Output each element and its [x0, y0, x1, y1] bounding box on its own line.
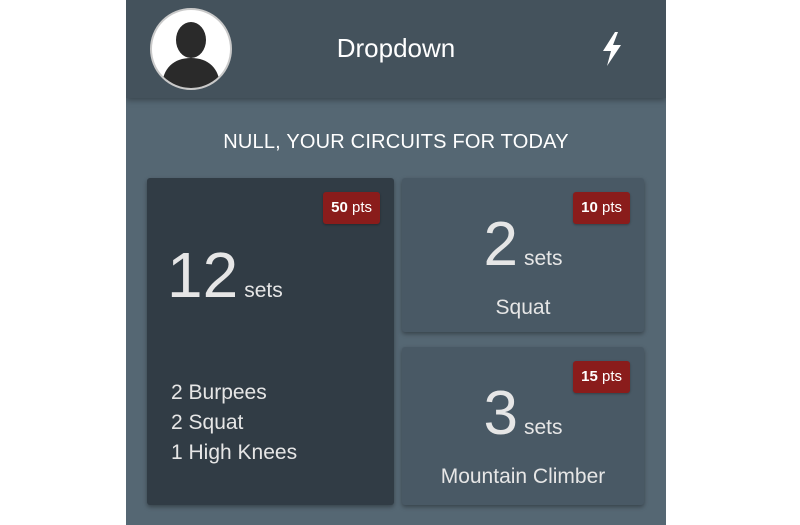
list-item: 1 High Knees — [171, 441, 298, 464]
exercise-list: 2 Burpees 2 Squat 1 High Knees — [171, 378, 297, 468]
circuit-card[interactable]: 50 pts 12 sets 2 Burpees 2 Squat 1 High K… — [147, 178, 394, 505]
list-item: 2 Squat — [171, 411, 244, 434]
sets-number: 2 — [483, 210, 518, 279]
lightning-bolt-icon[interactable] — [600, 32, 624, 66]
circuit-card[interactable]: 15 pts 3 sets Mountain Climber — [402, 347, 644, 505]
sets-count: 3 sets — [402, 381, 644, 447]
circuits-heading: NULL, YOUR CIRCUITS FOR TODAY — [223, 131, 569, 153]
list-item: 2 Burpees — [171, 381, 267, 404]
page-title[interactable]: Dropdown — [126, 30, 666, 66]
app-screen: Dropdown NULL, YOUR CIRCUITS FOR TODAY 5… — [126, 0, 666, 525]
sets-unit: sets — [244, 279, 283, 302]
points-unit: pts — [351, 199, 372, 216]
exercise-name: Mountain Climber — [440, 465, 606, 488]
sets-number: 12 — [167, 239, 239, 311]
points-badge: 50 pts — [323, 192, 380, 224]
sets-count: 2 sets — [402, 212, 644, 278]
points-value: 50 — [331, 199, 348, 216]
sets-count: 12 sets — [167, 240, 283, 310]
sets-number: 3 — [483, 379, 518, 448]
sets-unit: sets — [523, 247, 563, 270]
sets-unit: sets — [523, 416, 563, 439]
app-header: Dropdown — [126, 0, 666, 98]
circuit-card[interactable]: 10 pts 2 sets Squat — [402, 178, 644, 332]
exercise-name: Squat — [495, 296, 551, 319]
